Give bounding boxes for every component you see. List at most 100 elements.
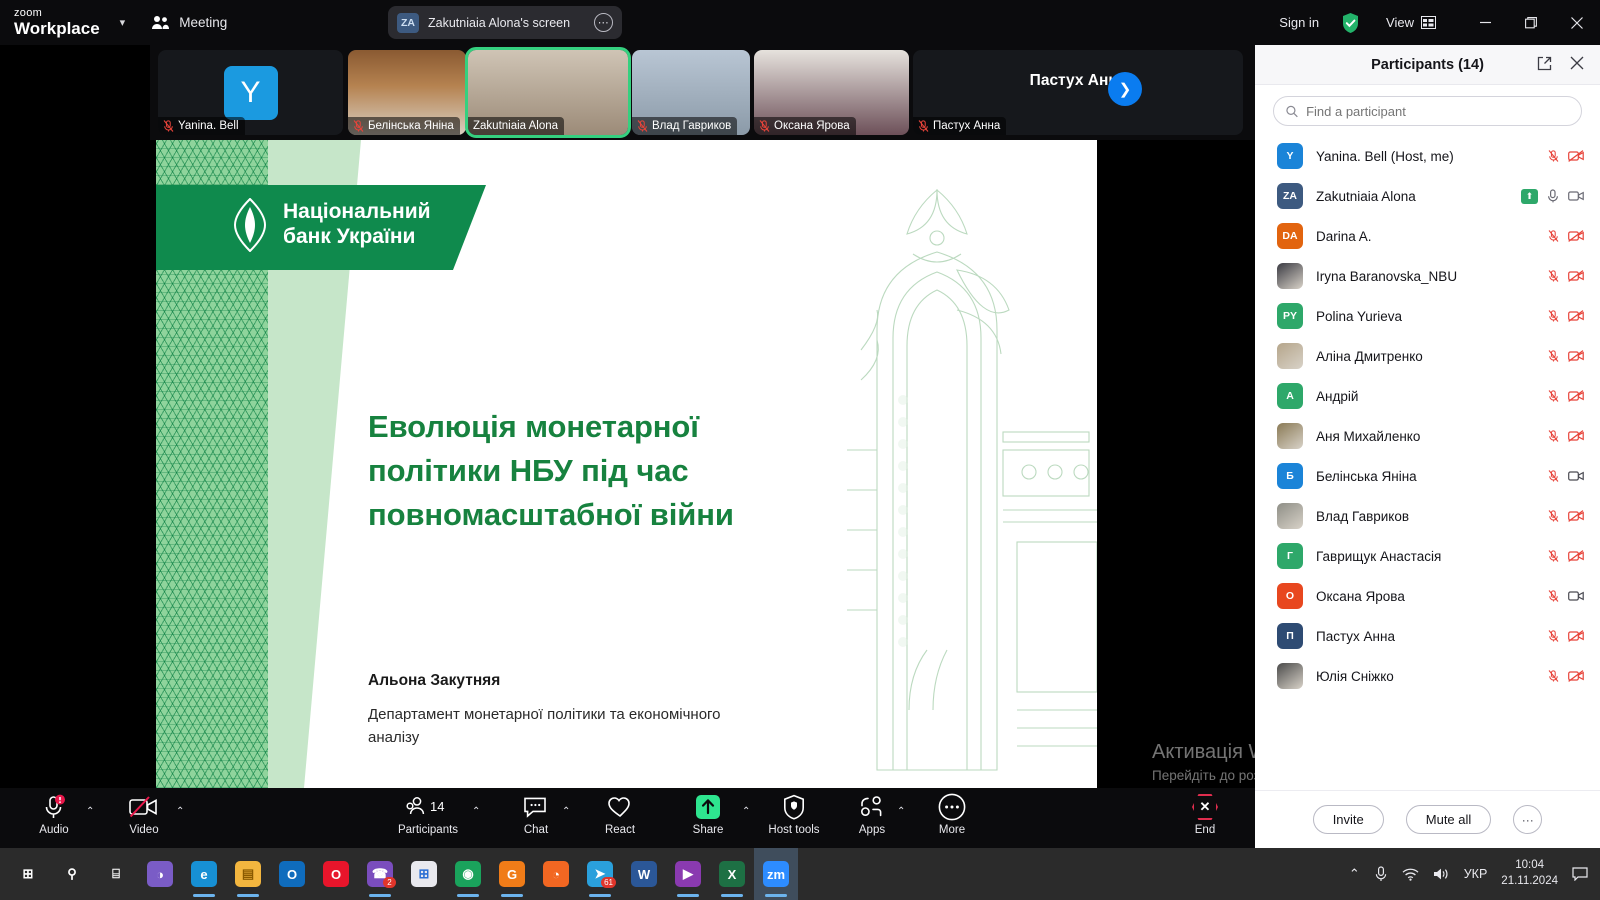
chevron-up-icon[interactable]: ⌃ [742,806,750,817]
firefox-icon[interactable]: ◔ [534,848,578,900]
language-indicator[interactable]: УКР [1464,867,1488,881]
participant-row[interactable]: Б Белінська Яніна [1255,456,1600,496]
chevron-up-icon[interactable]: ⌃ [86,806,94,817]
chrome-icon[interactable]: ◉ [446,848,490,900]
popout-icon[interactable] [1537,56,1552,76]
word-icon[interactable]: W [622,848,666,900]
more-dots-icon [938,793,966,821]
participant-row[interactable]: Аня Михайленко [1255,416,1600,456]
chevron-up-icon[interactable]: ⌃ [472,806,480,817]
microphone-icon[interactable] [1374,866,1388,882]
share-pill-more-icon[interactable]: ⋯ [594,13,613,32]
video-tile-2[interactable]: Zakutniaia Alona [465,47,631,138]
toolbar-participants-button[interactable]: 14 Participants [396,793,460,836]
participant-name: Оксана Ярова [1316,588,1405,604]
video-tile-5[interactable]: Пастух Анна Пастух Анна [913,50,1243,135]
participants-icon: 14 [406,793,450,821]
participant-row[interactable]: DA Darina A. [1255,216,1600,256]
close-button[interactable] [1554,0,1600,45]
close-icon[interactable] [1570,56,1584,75]
zoom-workplace-logo: zoom Workplace [14,8,100,38]
security-shield-icon[interactable] [1341,12,1360,34]
workplace-dropdown-caret[interactable]: ▾ [120,16,126,29]
end-meeting-button[interactable]: ✕ End [1169,794,1241,836]
participant-row[interactable]: Влад Гавриков [1255,496,1600,536]
toolbar-share-button[interactable]: Share [676,793,740,836]
running-indicator [457,894,479,897]
media-player-icon[interactable]: ▶ [666,848,710,900]
toolbar-video-button[interactable]: Video [112,793,176,836]
toolbar-audio-button[interactable]: Audio [22,793,86,836]
toolbar-react-button[interactable]: React [588,793,652,836]
wifi-icon[interactable] [1402,867,1419,881]
copilot-icon[interactable]: ◑ [138,848,182,900]
video-tile-1[interactable]: Белінська Яніна [348,50,466,135]
search-button[interactable]: ⚲ [50,848,94,900]
toolbar-apps-button[interactable]: Apps [840,793,904,836]
task-view-button[interactable]: ⌸ [94,848,138,900]
participant-row[interactable]: О Оксана Ярова [1255,576,1600,616]
toolbar-chat-button[interactable]: Chat [504,793,568,836]
speaker-icon[interactable] [1433,867,1450,881]
telegram-icon[interactable]: ➤ 61 [578,848,622,900]
running-indicator [237,894,259,897]
toolbar-host-tools-button[interactable]: Host tools [762,793,826,836]
opera-icon[interactable]: O [314,848,358,900]
start-button[interactable]: ⊞ [6,848,50,900]
participant-row[interactable]: А Андрій [1255,376,1600,416]
invite-button[interactable]: Invite [1312,805,1384,834]
slide-title: Еволюція монетарної політики НБУ під час… [368,409,734,533]
camera-off-icon [1568,270,1584,282]
video-tile-4[interactable]: Оксана Ярова [754,50,909,135]
file-explorer-icon[interactable]: ▤ [226,848,270,900]
participant-row[interactable]: Аліна Дмитренко [1255,336,1600,376]
participant-status-icons [1548,470,1584,482]
participant-row[interactable]: Юлія Сніжко [1255,656,1600,696]
view-button[interactable]: View [1386,15,1436,30]
chevron-up-icon[interactable]: ⌃ [897,806,905,817]
filmstrip-next-button[interactable]: ❯ [1108,72,1142,106]
microsoft-store-icon-glyph: ⊞ [411,861,437,887]
pdf-reader-icon-glyph: G [499,861,525,887]
video-tile-3[interactable]: Влад Гавриков [632,50,750,135]
avatar: О [1277,583,1303,609]
sign-in-button[interactable]: Sign in [1279,15,1319,30]
participant-row[interactable]: PY Polina Yurieva [1255,296,1600,336]
video-filmstrip: Y Yanina. Bell Белінська Яніна Zakutniai… [150,45,1255,140]
participant-row[interactable]: ZA Zakutniaia Alona ⬆ [1255,176,1600,216]
minimize-button[interactable] [1462,0,1508,45]
participants-more-button[interactable]: ··· [1513,805,1543,834]
viber-icon[interactable]: ☎ 2 [358,848,402,900]
chevron-up-icon[interactable]: ⌃ [562,806,570,817]
participants-panel: Participants (14) Y Yanina. Bell (Host, … [1255,45,1600,848]
maximize-button[interactable] [1508,0,1554,45]
active-share-pill[interactable]: ZA Zakutniaia Alona's screen ⋯ [388,6,622,39]
notification-icon[interactable] [1572,867,1588,881]
participant-row[interactable]: Г Гаврищук Анастасія [1255,536,1600,576]
search-input-box[interactable] [1273,96,1582,126]
outlook-icon[interactable]: O [270,848,314,900]
tile-name-badge: Пастух Анна [913,117,1007,135]
excel-icon[interactable]: X [710,848,754,900]
participant-row[interactable]: Y Yanina. Bell (Host, me) [1255,136,1600,176]
clock-time: 10:04 [1515,859,1545,872]
tray-chevron-icon[interactable]: ⌃ [1349,866,1360,882]
camera-on-icon [1568,591,1584,601]
taskbar-clock[interactable]: 10:04 21.11.2024 [1501,858,1558,889]
pdf-reader-icon[interactable]: G [490,848,534,900]
participant-row[interactable]: П Пастух Анна [1255,616,1600,656]
zoom-icon[interactable]: zm [754,848,798,900]
meeting-tab[interactable]: Meeting [151,15,227,30]
edge-icon[interactable]: e [182,848,226,900]
start-button-glyph: ⊞ [22,866,34,881]
participants-list[interactable]: Y Yanina. Bell (Host, me) ZA Zakutniaia … [1255,132,1600,790]
search-input[interactable] [1306,103,1569,119]
mute-all-button[interactable]: Mute all [1405,805,1492,834]
toolbar-more-button[interactable]: More [920,793,984,836]
video-tile-0[interactable]: Y Yanina. Bell [158,50,343,135]
mic-muted-icon [1548,310,1559,322]
slide-author: Альона Закутняя [368,672,501,689]
chevron-up-icon[interactable]: ⌃ [176,806,184,817]
microsoft-store-icon[interactable]: ⊞ [402,848,446,900]
participant-row[interactable]: Iryna Baranovska_NBU [1255,256,1600,296]
